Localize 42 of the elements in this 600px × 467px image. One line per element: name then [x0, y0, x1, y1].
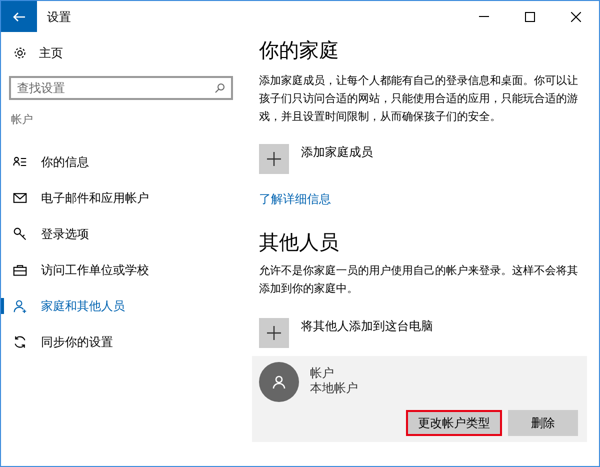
search-field[interactable]: 查找设置: [9, 76, 233, 100]
back-button[interactable]: [1, 1, 37, 32]
learn-more-link[interactable]: 了解详细信息: [259, 190, 587, 208]
description-text: 允许不是你家庭一员的用户使用自己的帐户来登录。这样不会将其添加到你的家庭中。: [259, 263, 579, 297]
search-input[interactable]: 查找设置: [17, 79, 215, 97]
briefcase-icon: [13, 262, 27, 276]
sidebar-item[interactable]: 电子邮件和应用帐户: [1, 180, 251, 216]
add-label: 将其他人添加到这台电脑: [301, 318, 433, 334]
add-button[interactable]: [259, 144, 289, 174]
search-icon: [215, 83, 225, 93]
add-label: 添加家庭成员: [301, 144, 373, 160]
sidebar-item[interactable]: 登录选项: [1, 216, 251, 252]
sync-icon: [13, 334, 27, 348]
window-title: 设置: [47, 8, 71, 26]
selection-bar: [1, 298, 4, 314]
account-action-button[interactable]: 更改帐户类型: [406, 410, 502, 436]
account-type: 本地帐户: [310, 381, 358, 396]
sidebar-item[interactable]: 家庭和其他人员: [1, 288, 251, 324]
sidebar-item[interactable]: 访问工作单位或学校: [1, 252, 251, 288]
key-icon: [13, 226, 27, 240]
person-icon: [272, 375, 286, 389]
description-text: 添加家庭成员，让每个人都能有自己的登录信息和桌面。你可以让孩子们只访问合适的网站，只能使用合适的应用，只能玩合适的游戏，并且设置时间限制，从而确保孩子们的安全。: [259, 73, 579, 125]
person-add-icon: [13, 298, 27, 312]
plus-icon: [267, 152, 281, 166]
maximize-icon: [525, 12, 535, 22]
section-heading: 你的家庭: [259, 37, 340, 64]
account-action-button[interactable]: 删除: [508, 410, 578, 436]
home-button[interactable]: 主页: [1, 43, 251, 63]
add-button[interactable]: [259, 318, 289, 348]
account-name: 帐户: [310, 366, 335, 381]
section-heading: 其他人员: [259, 229, 340, 256]
sidebar-item[interactable]: 同步你的设置: [1, 324, 251, 360]
plus-icon: [267, 326, 281, 340]
back-arrow-icon: [13, 12, 25, 22]
minimize-icon: [479, 16, 489, 17]
close-icon: [571, 12, 581, 22]
gear-icon: [13, 46, 27, 60]
sidebar-item[interactable]: 你的信息: [1, 144, 251, 180]
person-list-icon: [13, 154, 27, 168]
section-label: 帐户: [10, 112, 34, 128]
mail-icon: [13, 190, 27, 204]
account-card[interactable]: 帐户 本地帐户 更改帐户类型 删除: [252, 356, 587, 442]
